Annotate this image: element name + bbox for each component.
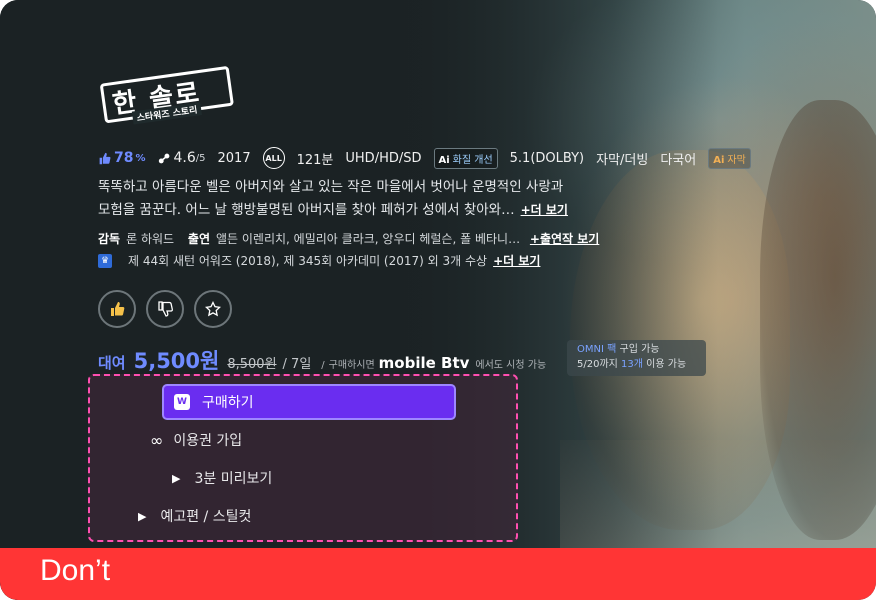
meta-row: 78% 4.6/5 2017 ALL 121분 UHD/HD/SD Ai 화질 개… [98, 147, 763, 169]
ai-subtitle-badge: Ai 자막 [708, 147, 751, 169]
ai-subtitle-label: 자막 [727, 154, 746, 166]
rating-max: /5 [195, 152, 206, 164]
ai-mark-icon: Ai [713, 154, 725, 166]
trailer-label: 예고편 / 스틸컷 [160, 509, 252, 525]
rating: 4.6/5 [158, 150, 206, 166]
thumbs-up-icon [111, 302, 125, 316]
play-icon: ▶ [172, 471, 181, 485]
languages: 다국어 [660, 152, 697, 168]
ai-quality-label: 화질 개선 [452, 154, 493, 166]
age-rating-badge: ALL [262, 147, 285, 169]
like-percent: 78 [114, 150, 134, 166]
dont-label: Don’t [40, 554, 111, 587]
subtitle-dub: 자막/더빙 [596, 152, 649, 168]
cast-names: 앨든 이렌리치, 에밀리아 클라크, 앙우디 헤럴슨, 폴 베타니… [216, 232, 521, 246]
original-price: 8,500원 [227, 357, 277, 372]
runtime: 121분 [296, 152, 334, 168]
favorite-button[interactable] [194, 290, 232, 328]
ai-mark-icon: Ai [438, 154, 450, 166]
release-year: 2017 [217, 150, 251, 166]
awards-text: 제 44회 새턴 어워즈 (2018), 제 345회 아카데미 (2017) … [128, 254, 488, 268]
preview-label: 3분 미리보기 [194, 471, 273, 487]
dislike-button[interactable] [146, 290, 184, 328]
cast-label: 출연 [187, 232, 210, 246]
infinity-icon: ∞ [150, 430, 164, 450]
price-separator: / [321, 360, 325, 371]
dont-banner: Don’t [0, 548, 876, 600]
rent-label: 대여 [98, 354, 126, 372]
play-icon: ▶ [138, 509, 147, 523]
like-unit: % [135, 152, 146, 164]
cast-more-link[interactable]: +출연작 보기 [530, 232, 599, 246]
wallet-icon: W [174, 394, 190, 410]
star-icon [205, 301, 221, 317]
trophy-icon: ♛ [98, 253, 112, 268]
thumbs-down-icon [158, 301, 173, 317]
omni-count: 13개 [621, 359, 643, 370]
synopsis-line-2: 모험을 꿈꾼다. 어느 날 행방불명된 아버지를 찾아 페허가 성에서 찾아와… [98, 202, 515, 218]
omni-pack-name: OMNI 팩 [577, 344, 617, 355]
buy-label: 구매하기 [202, 395, 254, 411]
omni-usable: 이용 가능 [642, 359, 687, 370]
audio-format: 5.1(DOLBY) [509, 150, 585, 166]
purchase-note-2: 에서도 시청 가능 [475, 360, 547, 371]
synopsis-more-link[interactable]: +더 보기 [521, 203, 568, 217]
awards-row: ♛ 제 44회 새턴 어워즈 (2018), 제 345회 아카데미 (2017… [98, 252, 540, 269]
buy-button[interactable]: W 구매하기 [162, 384, 456, 420]
preview-button[interactable]: ▶ 3분 미리보기 [172, 468, 272, 488]
synopsis: 똑똑하고 아름다운 벨은 아버지와 살고 있는 작은 마을에서 벗어나 운명적인… [98, 176, 628, 222]
detail-screen: 한 솔로 스타워즈 스토리 78% 4.6/5 2017 ALL 121분 UH… [0, 0, 876, 600]
rating-dots-icon [158, 153, 169, 163]
like-button[interactable] [98, 290, 136, 328]
price-row: 대여 5,500원 8,500원 / 7일 / 구매하시면 mobile Btv… [98, 345, 546, 375]
thumbs-up-icon [99, 152, 111, 164]
like-score: 78% [98, 150, 146, 166]
omni-pack-available: 구입 가능 [616, 344, 660, 355]
synopsis-line-1: 똑똑하고 아름다운 벨은 아버지와 살고 있는 작은 마을에서 벗어나 운명적인… [98, 179, 564, 195]
awards-more-link[interactable]: +더 보기 [493, 252, 540, 269]
subscribe-button[interactable]: ∞ 이용권 가입 [150, 430, 242, 450]
rent-price: 5,500원 [133, 349, 220, 373]
director-name: 론 하워드 [126, 232, 175, 246]
credits-row: 감독 론 하워드 출연 앨든 이렌리치, 에밀리아 클라크, 앙우디 헤럴슨, 폴 … [98, 230, 599, 247]
omni-until: 5/20까지 [577, 359, 622, 370]
trailer-button[interactable]: ▶ 예고편 / 스틸컷 [138, 506, 251, 526]
omni-pack-info: OMNI 팩 구입 가능 5/20까지 13개 이용 가능 [567, 340, 706, 376]
action-menu: W 구매하기 ∞ 이용권 가입 ▶ 3분 미리보기 ▶ 예고편 / 스틸컷 [88, 374, 518, 542]
rent-period: / 7일 [282, 357, 312, 372]
mobile-btv-logo: mobile Btv [378, 354, 470, 372]
director-label: 감독 [98, 232, 121, 246]
quality-options: UHD/HD/SD [345, 150, 422, 166]
purchase-note: 구매하시면 [328, 360, 375, 371]
subscribe-label: 이용권 가입 [173, 433, 243, 449]
rating-value: 4.6 [173, 150, 196, 166]
ai-quality-badge: Ai 화질 개선 [433, 147, 498, 169]
